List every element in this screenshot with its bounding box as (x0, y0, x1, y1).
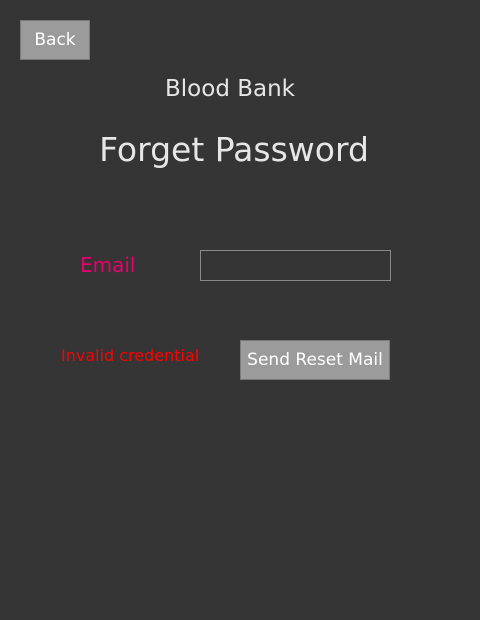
email-label: Email (80, 253, 136, 277)
error-message: Invalid credential (61, 346, 200, 365)
send-reset-mail-button[interactable]: Send Reset Mail (240, 340, 390, 380)
back-button[interactable]: Back (20, 20, 90, 60)
app-title: Blood Bank (165, 76, 295, 102)
email-field[interactable] (200, 250, 391, 281)
page-title: Forget Password (99, 130, 369, 169)
